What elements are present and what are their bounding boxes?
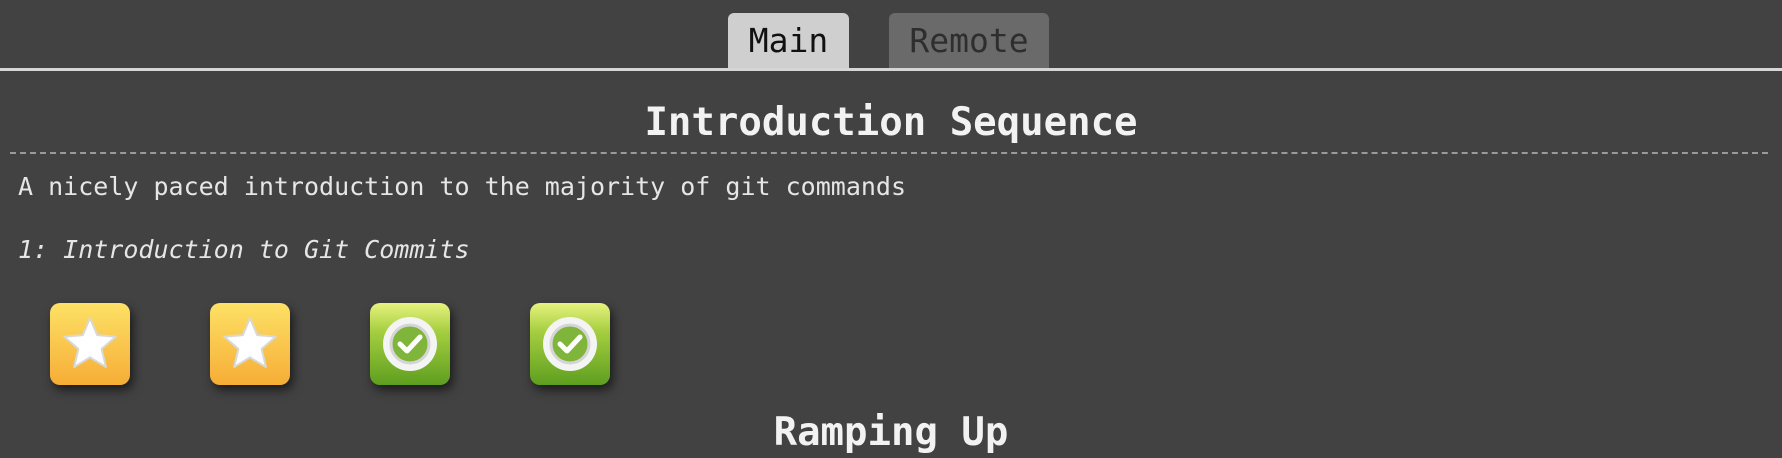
tab-remote[interactable]: Remote [889,13,1049,68]
star-icon [63,317,117,368]
level-3-button[interactable] [370,303,450,385]
level-heading: 1: Introduction to Git Commits [18,235,470,264]
sequence-description: A nicely paced introduction to the major… [18,172,907,201]
star-icon [223,317,277,368]
level-2-button[interactable] [210,303,290,385]
level-4-button[interactable] [530,303,610,385]
tab-bar: Main Remote [0,0,1782,71]
tab-main[interactable]: Main [728,13,849,68]
sequence-title: Introduction Sequence [644,100,1138,145]
next-sequence-title: Ramping Up [773,410,1009,455]
level-1-button[interactable] [50,303,130,385]
divider [10,152,1768,154]
checkmark-icon [383,317,437,371]
checkmark-icon [543,317,597,371]
